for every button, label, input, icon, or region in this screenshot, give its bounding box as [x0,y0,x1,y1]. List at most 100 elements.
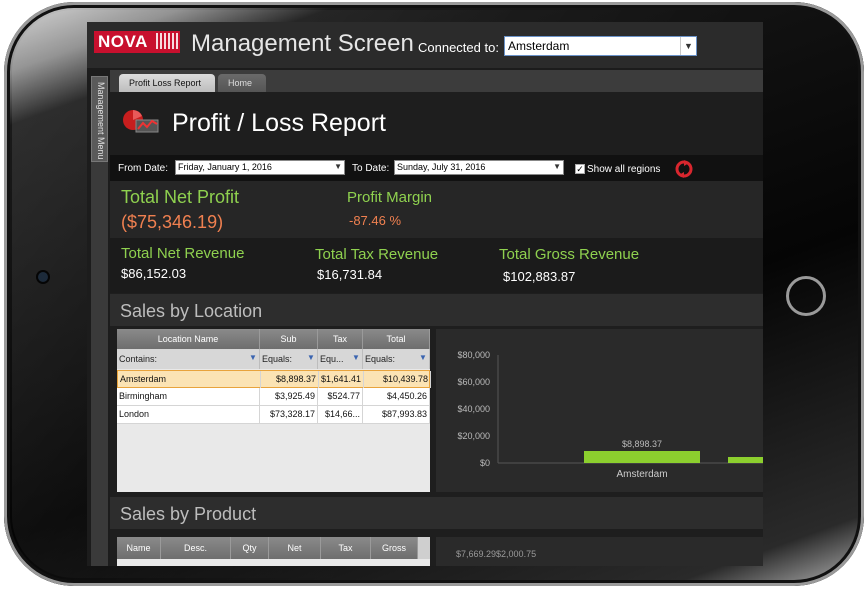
logo-text: NOVA [98,32,148,51]
product-chart-overlap-labels: $7,669.29$2,000.75 [456,549,537,559]
tab-home[interactable]: Home [218,74,266,92]
cell-sub: $8,898.37 [261,371,319,388]
y-tick-label: $20,000 [457,431,490,441]
y-tick-label: $40,000 [457,404,490,414]
refresh-icon[interactable] [675,160,693,178]
cell-location-name: Birmingham [117,388,260,405]
location-grid-filter-row: Contains: ▼ Equals: ▼ Equ... ▼ Equals: ▼ [117,349,430,369]
bar-data-label: $8,898.37 [622,439,662,449]
connection-select[interactable]: Amsterdam ▼ [504,36,697,56]
app-header: NOVA Management Screen Connected to: Ams… [87,22,763,68]
bar [584,450,700,463]
profit-margin-value: -87.46 % [349,213,402,228]
app-screen: NOVA Management Screen Connected to: Ams… [87,22,763,566]
x-category-label: Amsterdam [616,469,667,480]
to-date-picker[interactable]: Sunday, July 31, 2016 ▼ [394,160,564,175]
cell-location-name: London [117,406,260,423]
chevron-down-icon[interactable]: ▼ [680,37,696,55]
cell-tax: $524.77 [318,388,363,405]
connection-value: Amsterdam [508,39,570,53]
home-hardware-button[interactable] [786,276,826,316]
product-chart: $7,669.29$2,000.75 [436,537,763,566]
report-content: Profit / Loss Report From Date: Friday, … [110,92,763,566]
show-all-regions-checkbox[interactable]: ✓ [575,164,585,174]
table-row[interactable]: Birmingham $3,925.49 $524.77 $4,450.26 [117,388,430,406]
from-date-value: Friday, January 1, 2016 [178,162,272,172]
total-tax-revenue-value: $16,731.84 [317,267,383,282]
kpi-row-revenue: Total Net Revenue $86,152.03 Total Tax R… [110,238,763,293]
filter-operator: Equ... [320,354,344,364]
location-grid: Location Name Sub Tax Total Contains: ▼ … [117,329,431,492]
tab-profit-loss-report[interactable]: Profit Loss Report [119,74,215,92]
filter-location-name[interactable]: Contains: ▼ [117,349,260,369]
sales-by-location-header: Sales by Location [110,294,763,326]
column-header-sub[interactable]: Sub [260,329,318,349]
cell-total: $10,439.78 [364,371,431,388]
filter-bar: From Date: Friday, January 1, 2016 ▼ To … [110,155,763,181]
filter-operator: Contains: [119,354,158,364]
from-date-picker[interactable]: Friday, January 1, 2016 ▼ [175,160,345,175]
to-date-label: To Date: [352,163,390,174]
column-header-total[interactable]: Total [363,329,430,349]
profit-margin-label: Profit Margin [347,189,433,206]
column-header-location-name[interactable]: Location Name [117,329,260,349]
management-menu-label: Management Menu [96,82,106,160]
app-title: Management Screen [191,30,414,57]
y-tick-label: $80,000 [457,350,490,360]
total-net-revenue-value: $86,152.03 [121,266,187,281]
grid-scrollbar[interactable] [418,537,430,559]
management-menu-tab[interactable]: Management Menu [91,76,108,162]
filter-funnel-icon[interactable]: ▼ [419,354,427,362]
chevron-down-icon[interactable]: ▼ [334,162,342,171]
column-header-tax[interactable]: Tax [318,329,363,349]
barcode-icon [156,33,178,49]
y-tick-label: $60,000 [457,377,490,387]
column-header-name[interactable]: Name [117,537,161,559]
total-net-profit-label: Total Net Profit [121,187,240,207]
total-net-profit-value: ($75,346.19) [121,212,224,232]
column-header-gross[interactable]: Gross [371,537,418,559]
table-row[interactable]: London $73,328.17 $14,66... $87,993.83 [117,406,430,424]
report-chart-icon [123,110,159,133]
location-grid-header: Location Name Sub Tax Total [117,329,430,349]
nova-logo: NOVA [94,31,180,53]
filter-funnel-icon[interactable]: ▼ [307,354,315,362]
bar [728,457,763,463]
cell-location-name: Amsterdam [118,371,261,388]
cell-tax: $1,641.41 [319,371,364,388]
sales-by-location-title: Sales by Location [120,301,263,321]
kpi-row-profit: Total Net Profit ($75,346.19) Profit Mar… [110,181,763,238]
filter-sub[interactable]: Equals: ▼ [260,349,318,369]
product-grid-header: Name Desc. Qty Net Tax Gross [117,537,430,559]
table-row[interactable]: Amsterdam $8,898.37 $1,641.41 $10,439.78 [117,370,431,388]
to-date-value: Sunday, July 31, 2016 [397,162,486,172]
total-gross-revenue-label: Total Gross Revenue [499,246,640,263]
filter-funnel-icon[interactable]: ▼ [249,354,257,362]
filter-operator: Equals: [365,354,396,364]
chevron-down-icon[interactable]: ▼ [553,162,561,171]
location-chart-svg: $80,000 $60,000 $40,000 $20,000 $0 $8,898.37 A… [457,350,763,480]
cell-total: $4,450.26 [363,388,430,405]
column-header-tax[interactable]: Tax [321,537,371,559]
filter-tax[interactable]: Equ... ▼ [318,349,363,369]
filter-funnel-icon[interactable]: ▼ [352,354,360,362]
camera-icon [38,272,48,282]
filter-operator: Equals: [262,354,293,364]
column-header-net[interactable]: Net [269,537,321,559]
cell-sub: $3,925.49 [260,388,318,405]
location-bar-chart: $80,000 $60,000 $40,000 $20,000 $0 $8,898.37 A… [436,329,763,492]
total-tax-revenue-label: Total Tax Revenue [315,246,439,263]
from-date-label: From Date: [118,163,169,174]
y-tick-label: $0 [480,458,490,468]
report-title: Profit / Loss Report [172,109,386,137]
total-net-revenue-label: Total Net Revenue [121,245,245,262]
sales-by-product-title: Sales by Product [120,504,257,524]
column-header-desc[interactable]: Desc. [161,537,231,559]
product-grid-body [117,559,430,566]
cell-total: $87,993.83 [363,406,430,423]
cell-sub: $73,328.17 [260,406,318,423]
total-gross-revenue-value: $102,883.87 [503,269,576,284]
filter-total[interactable]: Equals: ▼ [363,349,430,369]
column-header-qty[interactable]: Qty [231,537,269,559]
cell-tax: $14,66... [318,406,363,423]
